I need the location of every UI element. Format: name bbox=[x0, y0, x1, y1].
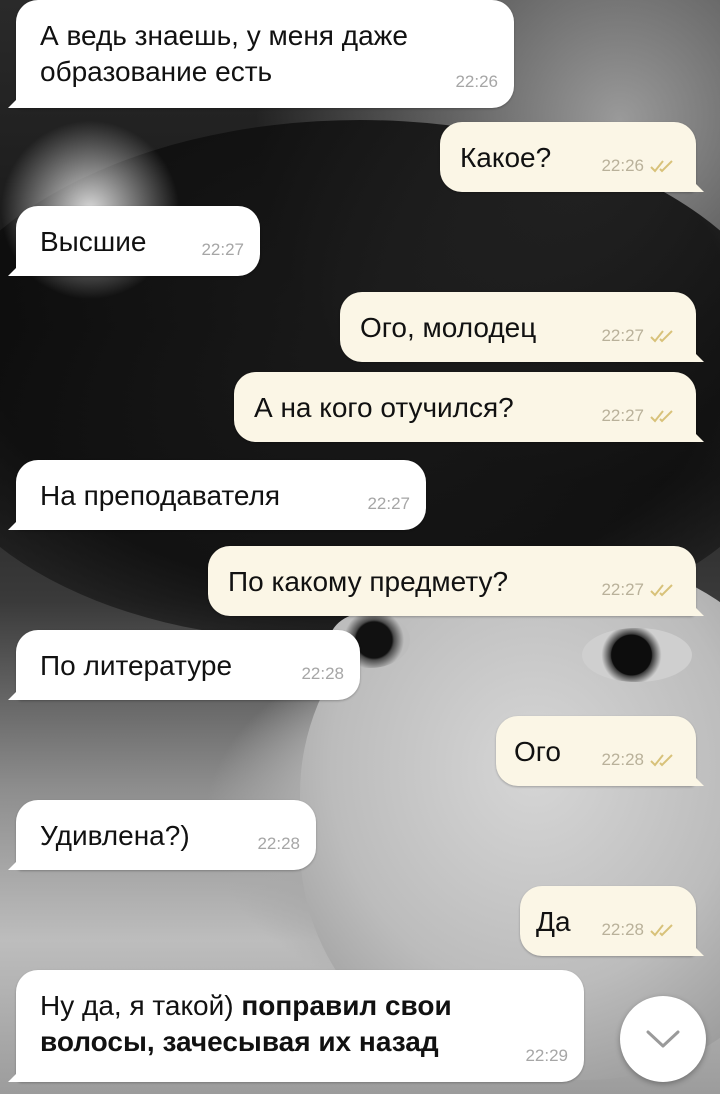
message-text: На преподавателя bbox=[40, 480, 281, 511]
message-meta: 22:29 bbox=[525, 1038, 568, 1074]
message-meta: 22:26 bbox=[601, 148, 680, 184]
message-time: 22:27 bbox=[601, 326, 644, 345]
message-time: 22:29 bbox=[525, 1046, 568, 1065]
message-bubble-incoming[interactable]: Ну да, я такой) поправил свои волосы, за… bbox=[16, 970, 584, 1082]
message-bubble-outgoing[interactable]: Какое? 22:26 bbox=[440, 122, 696, 192]
message-meta: 22:28 bbox=[601, 912, 680, 948]
message-text: По какому предмету? bbox=[228, 566, 509, 597]
message-bubble-outgoing[interactable]: Да 22:28 bbox=[520, 886, 696, 956]
double-check-icon bbox=[650, 584, 673, 597]
message-bubble-incoming[interactable]: А ведь знаешь, у меня даже образование е… bbox=[16, 0, 514, 108]
message-time: 22:26 bbox=[601, 156, 644, 175]
message-meta: 22:28 bbox=[257, 826, 300, 862]
message-text: Да bbox=[536, 906, 571, 937]
message-bubble-incoming[interactable]: На преподавателя 22:27 bbox=[16, 460, 426, 530]
message-text: Какое? bbox=[460, 142, 552, 173]
double-check-icon bbox=[650, 410, 673, 423]
message-bubble-incoming[interactable]: Удивлена?) 22:28 bbox=[16, 800, 316, 870]
message-bubble-outgoing[interactable]: Ого 22:28 bbox=[496, 716, 696, 786]
message-text-line2: образование есть bbox=[40, 56, 273, 87]
message-meta: 22:26 bbox=[455, 64, 498, 100]
message-text: Ого bbox=[514, 736, 561, 767]
message-text: Удивлена?) bbox=[40, 820, 190, 851]
message-meta: 22:27 bbox=[201, 232, 244, 268]
message-text: Высшие bbox=[40, 226, 147, 257]
message-bubble-outgoing[interactable]: А на кого отучился? 22:27 bbox=[234, 372, 696, 442]
message-text: Ну да, я такой) bbox=[40, 990, 242, 1021]
scroll-down-button[interactable] bbox=[620, 996, 706, 1082]
message-time: 22:26 bbox=[455, 72, 498, 91]
message-time: 22:27 bbox=[601, 580, 644, 599]
message-text: А ведь знаешь, у меня даже bbox=[40, 20, 408, 51]
message-meta: 22:28 bbox=[301, 656, 344, 692]
message-bubble-incoming[interactable]: Высшие 22:27 bbox=[16, 206, 260, 276]
message-meta: 22:28 bbox=[601, 742, 680, 778]
message-text: А на кого отучился? bbox=[254, 392, 514, 423]
double-check-icon bbox=[650, 330, 673, 343]
message-time: 22:28 bbox=[601, 750, 644, 769]
message-bubble-incoming[interactable]: По литературе 22:28 bbox=[16, 630, 360, 700]
message-time: 22:28 bbox=[301, 664, 344, 683]
message-time: 22:28 bbox=[601, 920, 644, 939]
double-check-icon bbox=[650, 160, 673, 173]
message-meta: 22:27 bbox=[367, 486, 410, 522]
message-time: 22:28 bbox=[257, 834, 300, 853]
message-time: 22:27 bbox=[601, 406, 644, 425]
message-meta: 22:27 bbox=[601, 318, 680, 354]
message-bubble-outgoing[interactable]: Ого, молодец 22:27 bbox=[340, 292, 696, 362]
message-action-text: поправил свои bbox=[241, 990, 452, 1021]
message-time: 22:27 bbox=[201, 240, 244, 259]
message-time: 22:27 bbox=[367, 494, 410, 513]
chevron-down-icon bbox=[646, 1030, 680, 1048]
message-text: Ого, молодец bbox=[360, 312, 537, 343]
message-text: По литературе bbox=[40, 650, 233, 681]
wallpaper-eye-right bbox=[582, 628, 692, 682]
double-check-icon bbox=[650, 754, 673, 767]
message-action-text-line2: волосы, зачесывая их назад bbox=[40, 1026, 439, 1057]
message-meta: 22:27 bbox=[601, 398, 680, 434]
message-bubble-outgoing[interactable]: По какому предмету? 22:27 bbox=[208, 546, 696, 616]
double-check-icon bbox=[650, 924, 673, 937]
message-meta: 22:27 bbox=[601, 572, 680, 608]
